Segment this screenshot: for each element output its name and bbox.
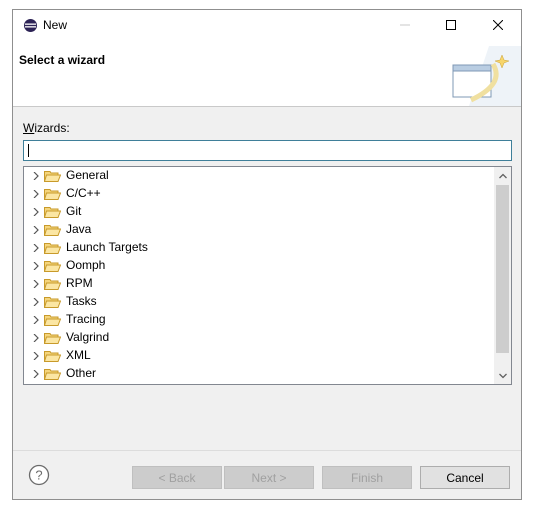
folder-icon xyxy=(44,171,61,182)
chevron-right-icon[interactable] xyxy=(32,316,40,324)
tree-item-label: C/C++ xyxy=(66,186,101,200)
wizards-label: Wizards: xyxy=(23,121,70,135)
tree-item-label: RPM xyxy=(66,276,93,290)
tree-item-cpp[interactable]: C/C++ xyxy=(24,185,494,203)
chevron-right-icon[interactable] xyxy=(32,352,40,360)
tree-item-valgrind[interactable]: Valgrind xyxy=(24,329,494,347)
tree-item-xml[interactable]: XML xyxy=(24,347,494,365)
minimize-icon xyxy=(400,24,410,26)
folder-icon xyxy=(44,279,61,290)
folder-icon xyxy=(44,369,61,380)
next-button[interactable]: Next > xyxy=(224,466,314,489)
svg-text:?: ? xyxy=(35,468,42,483)
chevron-right-icon[interactable] xyxy=(32,172,40,180)
chevron-right-icon[interactable] xyxy=(32,226,40,234)
help-icon[interactable]: ? xyxy=(28,464,50,486)
tree-item-general[interactable]: General xyxy=(24,167,494,185)
wizard-tree[interactable]: General C/C++ Git Java Launch Targets Oo… xyxy=(23,166,512,385)
maximize-button[interactable] xyxy=(428,10,474,40)
cancel-button[interactable]: Cancel xyxy=(420,466,510,489)
tree-item-label: Valgrind xyxy=(66,330,110,344)
tree-item-label: Java xyxy=(66,222,92,236)
tree-item-tasks[interactable]: Tasks xyxy=(24,293,494,311)
chevron-right-icon[interactable] xyxy=(32,298,40,306)
back-button[interactable]: < Back xyxy=(132,466,222,489)
folder-icon xyxy=(44,243,61,254)
tree-item-label: Tasks xyxy=(66,294,97,308)
tree-item-git[interactable]: Git xyxy=(24,203,494,221)
eclipse-icon xyxy=(24,19,37,32)
wizard-header: Select a wizard xyxy=(13,40,521,107)
page-title: Select a wizard xyxy=(19,53,106,67)
wizard-tree-list: General C/C++ Git Java Launch Targets Oo… xyxy=(24,167,494,383)
folder-icon xyxy=(44,351,61,362)
chevron-up-icon xyxy=(498,173,507,178)
chevron-right-icon[interactable] xyxy=(32,334,40,342)
close-button[interactable] xyxy=(475,10,521,40)
tree-item-rpm[interactable]: RPM xyxy=(24,275,494,293)
tree-item-tracing[interactable]: Tracing xyxy=(24,311,494,329)
footer-divider xyxy=(13,450,521,451)
tree-item-oomph[interactable]: Oomph xyxy=(24,257,494,275)
tree-item-label: Git xyxy=(66,204,82,218)
folder-icon xyxy=(44,297,61,308)
wizards-label-mnemonic: W xyxy=(23,121,35,135)
chevron-right-icon[interactable] xyxy=(32,262,40,270)
tree-item-launch-targets[interactable]: Launch Targets xyxy=(24,239,494,257)
tree-item-java[interactable]: Java xyxy=(24,221,494,239)
new-wizard-dialog: New Select a wizard Wizards: General C/C… xyxy=(12,9,522,500)
tree-scrollbar[interactable] xyxy=(494,167,511,384)
tree-item-label: XML xyxy=(66,348,91,362)
scrollbar-thumb[interactable] xyxy=(496,185,509,353)
tree-item-label: Other xyxy=(66,366,97,380)
chevron-right-icon[interactable] xyxy=(32,280,40,288)
text-caret xyxy=(28,144,29,157)
folder-icon xyxy=(44,207,61,218)
wizard-filter-input[interactable] xyxy=(23,140,512,161)
minimize-button[interactable] xyxy=(382,10,428,40)
folder-icon xyxy=(44,189,61,200)
tree-item-other[interactable]: Other xyxy=(24,365,494,383)
scroll-down-button[interactable] xyxy=(494,367,511,384)
chevron-right-icon[interactable] xyxy=(32,190,40,198)
maximize-icon xyxy=(446,20,456,30)
tree-item-label: General xyxy=(66,168,109,182)
chevron-right-icon[interactable] xyxy=(32,370,40,378)
window-title: New xyxy=(43,18,68,32)
wizards-label-text: izards: xyxy=(34,121,70,135)
tree-item-label: Launch Targets xyxy=(66,240,148,254)
folder-icon xyxy=(44,333,61,344)
finish-button[interactable]: Finish xyxy=(322,466,412,489)
chevron-right-icon[interactable] xyxy=(32,208,40,216)
folder-icon xyxy=(44,225,61,236)
tree-item-label: Tracing xyxy=(66,312,106,326)
folder-icon xyxy=(44,261,61,272)
chevron-down-icon xyxy=(498,373,507,378)
wizard-banner-icon xyxy=(452,46,521,106)
tree-item-label: Oomph xyxy=(66,258,106,272)
close-icon xyxy=(493,20,503,30)
title-bar[interactable]: New xyxy=(13,10,521,40)
chevron-right-icon[interactable] xyxy=(32,244,40,252)
folder-icon xyxy=(44,315,61,326)
scroll-up-button[interactable] xyxy=(494,167,511,184)
